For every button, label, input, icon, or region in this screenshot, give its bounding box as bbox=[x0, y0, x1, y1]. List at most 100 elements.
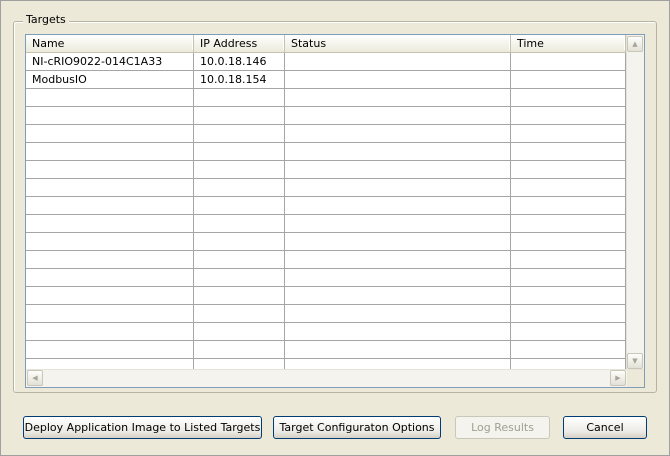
empty-cell bbox=[511, 179, 626, 196]
empty-table-row bbox=[26, 197, 626, 215]
empty-cell bbox=[26, 341, 194, 358]
empty-cell bbox=[26, 233, 194, 250]
empty-cell bbox=[511, 323, 626, 340]
empty-cell bbox=[26, 89, 194, 106]
empty-cell bbox=[194, 287, 285, 304]
empty-cell bbox=[511, 161, 626, 178]
empty-cell bbox=[285, 125, 511, 142]
empty-cell bbox=[26, 287, 194, 304]
empty-cell bbox=[26, 269, 194, 286]
empty-cell bbox=[26, 305, 194, 322]
empty-cell bbox=[26, 179, 194, 196]
left-arrow-icon: ◀ bbox=[32, 374, 38, 382]
empty-cell bbox=[285, 161, 511, 178]
empty-cell bbox=[285, 215, 511, 232]
empty-table-row bbox=[26, 341, 626, 359]
targets-table[interactable]: Name IP Address Status Time NI-cRIO9022-… bbox=[25, 34, 645, 388]
empty-cell bbox=[285, 323, 511, 340]
empty-cell bbox=[285, 305, 511, 322]
cell-ip-address[interactable]: 10.0.18.154 bbox=[194, 71, 285, 88]
scroll-right-button[interactable]: ▶ bbox=[610, 370, 626, 386]
empty-cell bbox=[194, 125, 285, 142]
empty-cell bbox=[511, 143, 626, 160]
horizontal-scrollbar[interactable]: ◀ ▶ bbox=[26, 369, 644, 387]
empty-cell bbox=[194, 251, 285, 268]
empty-cell bbox=[511, 125, 626, 142]
cancel-button[interactable]: Cancel bbox=[563, 416, 647, 439]
empty-cell bbox=[194, 143, 285, 160]
cell-status[interactable] bbox=[285, 53, 511, 70]
empty-table-row bbox=[26, 269, 626, 287]
empty-cell bbox=[285, 251, 511, 268]
empty-table-row bbox=[26, 251, 626, 269]
empty-cell bbox=[511, 107, 626, 124]
empty-cell bbox=[511, 305, 626, 322]
empty-cell bbox=[26, 197, 194, 214]
empty-cell bbox=[26, 143, 194, 160]
column-header-ip-address[interactable]: IP Address bbox=[194, 35, 285, 52]
empty-table-row bbox=[26, 143, 626, 161]
empty-cell bbox=[194, 89, 285, 106]
table-row[interactable]: ModbusIO 10.0.18.154 bbox=[26, 71, 626, 89]
empty-cell bbox=[194, 107, 285, 124]
up-arrow-icon: ▲ bbox=[632, 40, 638, 48]
empty-table-row bbox=[26, 215, 626, 233]
empty-cell bbox=[511, 215, 626, 232]
cell-ip-address[interactable]: 10.0.18.146 bbox=[194, 53, 285, 70]
vertical-scrollbar[interactable]: ▲ ▼ bbox=[626, 35, 644, 370]
right-arrow-icon: ▶ bbox=[615, 374, 621, 382]
empty-table-row bbox=[26, 161, 626, 179]
empty-cell bbox=[26, 107, 194, 124]
empty-cell bbox=[285, 197, 511, 214]
cell-status[interactable] bbox=[285, 71, 511, 88]
empty-cell bbox=[285, 89, 511, 106]
empty-cell bbox=[26, 251, 194, 268]
cell-name[interactable]: NI-cRIO9022-014C1A33 bbox=[26, 53, 194, 70]
empty-cell bbox=[511, 197, 626, 214]
table-body: NI-cRIO9022-014C1A33 10.0.18.146 ModbusI… bbox=[26, 53, 626, 377]
empty-cell bbox=[285, 341, 511, 358]
empty-cell bbox=[511, 287, 626, 304]
empty-cell bbox=[194, 179, 285, 196]
empty-cell bbox=[285, 107, 511, 124]
cell-time[interactable] bbox=[511, 53, 626, 70]
empty-cell bbox=[285, 269, 511, 286]
empty-cell bbox=[26, 125, 194, 142]
empty-cell bbox=[26, 161, 194, 178]
column-header-time[interactable]: Time bbox=[511, 35, 626, 52]
empty-cell bbox=[194, 233, 285, 250]
empty-table-row bbox=[26, 125, 626, 143]
scrollbar-corner bbox=[627, 370, 644, 387]
empty-cell bbox=[511, 233, 626, 250]
empty-cell bbox=[285, 143, 511, 160]
cell-time[interactable] bbox=[511, 71, 626, 88]
deploy-button[interactable]: Deploy Application Image to Listed Targe… bbox=[23, 416, 262, 439]
target-configuration-button[interactable]: Target Configuraton Options bbox=[273, 416, 441, 439]
scroll-down-button[interactable]: ▼ bbox=[627, 353, 643, 369]
scroll-left-button[interactable]: ◀ bbox=[27, 370, 43, 386]
empty-table-row bbox=[26, 107, 626, 125]
empty-cell bbox=[194, 341, 285, 358]
down-arrow-icon: ▼ bbox=[632, 357, 638, 365]
log-results-button[interactable]: Log Results bbox=[455, 416, 550, 439]
empty-table-row bbox=[26, 89, 626, 107]
empty-cell bbox=[26, 215, 194, 232]
empty-cell bbox=[194, 197, 285, 214]
table-row[interactable]: NI-cRIO9022-014C1A33 10.0.18.146 bbox=[26, 53, 626, 71]
empty-table-row bbox=[26, 233, 626, 251]
empty-cell bbox=[511, 89, 626, 106]
empty-table-row bbox=[26, 179, 626, 197]
column-header-name[interactable]: Name bbox=[26, 35, 194, 52]
empty-cell bbox=[26, 323, 194, 340]
scroll-up-button[interactable]: ▲ bbox=[627, 36, 643, 52]
empty-cell bbox=[194, 323, 285, 340]
empty-cell bbox=[285, 179, 511, 196]
empty-cell bbox=[511, 269, 626, 286]
cell-name[interactable]: ModbusIO bbox=[26, 71, 194, 88]
column-header-status[interactable]: Status bbox=[285, 35, 511, 52]
empty-table-row bbox=[26, 287, 626, 305]
empty-cell bbox=[511, 341, 626, 358]
empty-cell bbox=[194, 215, 285, 232]
empty-cell bbox=[194, 269, 285, 286]
empty-cell bbox=[194, 305, 285, 322]
